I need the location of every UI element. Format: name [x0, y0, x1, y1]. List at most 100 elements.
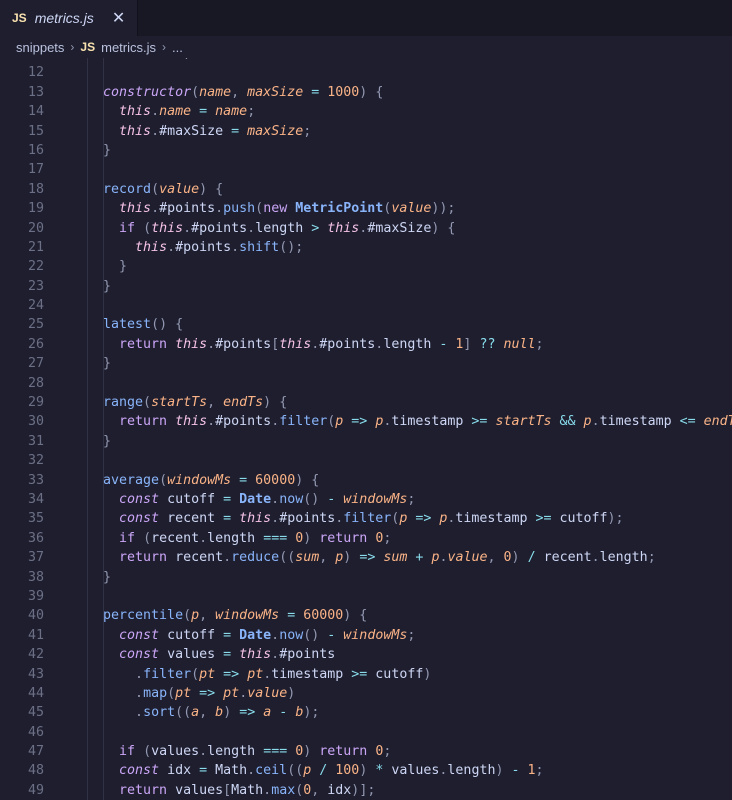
line-number: 48 — [27, 763, 44, 779]
code-text[interactable]: .filter(pt => pt.timestamp >= cutoff) — [44, 665, 431, 684]
line-number: 42 — [27, 647, 44, 663]
code-text[interactable] — [44, 296, 87, 315]
breadcrumb-folder[interactable]: snippets — [16, 40, 64, 55]
code-line: 47 if (values.length === 0) return 0; — [0, 742, 732, 761]
code-text[interactable]: percentile(p, windowMs = 60000) { — [44, 606, 367, 625]
code-text[interactable]: } — [44, 141, 111, 160]
line-number: 39 — [27, 588, 44, 604]
code-text[interactable] — [44, 63, 87, 82]
line-number: 49 — [27, 782, 44, 798]
code-text[interactable]: const values = this.#points — [44, 645, 335, 664]
line-number: 27 — [27, 356, 44, 372]
line-number: 33 — [27, 472, 44, 488]
line-number: 34 — [27, 491, 44, 507]
code-line: 16 } — [0, 141, 732, 160]
code-text[interactable]: constructor(name, maxSize = 1000) { — [44, 83, 383, 102]
code-text[interactable]: this.#points.shift(); — [44, 238, 303, 257]
line-number: 30 — [27, 414, 44, 430]
code-text[interactable]: .map(pt => pt.value) — [44, 684, 295, 703]
line-number: 47 — [27, 744, 44, 760]
code-line: 18 record(value) { — [0, 180, 732, 199]
code-text[interactable] — [44, 374, 87, 393]
code-text[interactable]: .sort((a, b) => a - b); — [44, 703, 319, 722]
code-line: 19 this.#points.push(new MetricPoint(val… — [0, 199, 732, 218]
line-number: 41 — [27, 627, 44, 643]
chevron-right-icon: › — [162, 40, 166, 54]
code-text[interactable]: return this.#points.filter(p => p.timest… — [44, 412, 732, 431]
line-number: 15 — [27, 123, 44, 139]
code-line: 28 — [0, 374, 732, 393]
line-number: 31 — [27, 433, 44, 449]
code-line: 26 return this.#points[this.#points.leng… — [0, 335, 732, 354]
tab-metrics-js[interactable]: JS metrics.js ✕ — [0, 0, 139, 36]
code-line: 22 } — [0, 257, 732, 276]
code-text[interactable] — [44, 723, 87, 742]
code-editor[interactable]: 11 #maxSize;1213 constructor(name, maxSi… — [0, 58, 732, 800]
line-number: 24 — [27, 298, 44, 314]
code-text[interactable]: latest() { — [44, 315, 183, 334]
code-text[interactable]: } — [44, 354, 111, 373]
line-number: 40 — [27, 608, 44, 624]
code-line: 15 this.#maxSize = maxSize; — [0, 122, 732, 141]
code-text[interactable]: if (recent.length === 0) return 0; — [44, 529, 391, 548]
code-line: 39 — [0, 587, 732, 606]
tab-title: metrics.js — [34, 10, 94, 26]
code-text[interactable]: return this.#points[this.#points.length … — [44, 335, 543, 354]
line-number: 13 — [27, 84, 44, 100]
code-text[interactable]: this.#points.push(new MetricPoint(value)… — [44, 199, 455, 218]
line-number: 46 — [27, 724, 44, 740]
code-text[interactable]: const cutoff = Date.now() - windowMs; — [44, 626, 415, 645]
close-icon[interactable]: ✕ — [112, 8, 125, 28]
code-text[interactable]: const idx = Math.ceil((p / 100) * values… — [44, 761, 544, 780]
code-text[interactable]: if (values.length === 0) return 0; — [44, 742, 391, 761]
code-line: 36 if (recent.length === 0) return 0; — [0, 529, 732, 548]
code-line: 17 — [0, 160, 732, 179]
line-number: 14 — [27, 104, 44, 120]
code-text[interactable] — [44, 587, 87, 606]
code-text[interactable]: average(windowMs = 60000) { — [44, 471, 319, 490]
code-line: 49 return values[Math.max(0, idx)]; — [0, 781, 732, 800]
code-line: 12 — [0, 63, 732, 82]
code-line: 32 — [0, 451, 732, 470]
js-file-icon: JS — [12, 11, 27, 25]
code-text[interactable]: record(value) { — [44, 180, 223, 199]
code-text[interactable]: range(startTs, endTs) { — [44, 393, 287, 412]
line-number: 21 — [27, 239, 44, 255]
line-number: 44 — [27, 685, 44, 701]
code-text[interactable]: if (this.#points.length > this.#maxSize)… — [44, 219, 455, 238]
line-number: 12 — [27, 65, 44, 81]
breadcrumb-more[interactable]: ... — [172, 40, 183, 55]
line-number: 37 — [27, 550, 44, 566]
js-file-icon: JS — [80, 40, 96, 54]
code-text[interactable]: const cutoff = Date.now() - windowMs; — [44, 490, 415, 509]
breadcrumb: snippets › JS metrics.js › ... — [0, 36, 732, 58]
code-text[interactable] — [44, 160, 87, 179]
code-line: 23 } — [0, 277, 732, 296]
code-text[interactable]: const recent = this.#points.filter(p => … — [44, 509, 624, 528]
code-text[interactable]: } — [44, 432, 111, 451]
code-text[interactable]: } — [44, 257, 127, 276]
code-line: 31 } — [0, 432, 732, 451]
code-line: 38 } — [0, 568, 732, 587]
code-text[interactable]: return values[Math.max(0, idx)]; — [44, 781, 375, 800]
code-line: 27 } — [0, 354, 732, 373]
code-line: 33 average(windowMs = 60000) { — [0, 471, 732, 490]
code-text[interactable]: this.name = name; — [44, 102, 255, 121]
code-text[interactable]: } — [44, 277, 111, 296]
line-number: 22 — [27, 259, 44, 275]
code-line: 29 range(startTs, endTs) { — [0, 393, 732, 412]
code-line: 20 if (this.#points.length > this.#maxSi… — [0, 219, 732, 238]
code-text[interactable]: } — [44, 568, 111, 587]
line-number: 25 — [27, 317, 44, 333]
code-line: 34 const cutoff = Date.now() - windowMs; — [0, 490, 732, 509]
line-number: 26 — [27, 336, 44, 352]
line-number: 45 — [27, 705, 44, 721]
line-number: 18 — [27, 181, 44, 197]
breadcrumb-file[interactable]: metrics.js — [101, 40, 156, 55]
code-text[interactable]: this.#maxSize = maxSize; — [44, 122, 311, 141]
code-text[interactable]: return recent.reduce((sum, p) => sum + p… — [44, 548, 656, 567]
code-line: 21 this.#points.shift(); — [0, 238, 732, 257]
code-line: 46 — [0, 723, 732, 742]
code-line: 43 .filter(pt => pt.timestamp >= cutoff) — [0, 665, 732, 684]
code-text[interactable] — [44, 451, 87, 470]
